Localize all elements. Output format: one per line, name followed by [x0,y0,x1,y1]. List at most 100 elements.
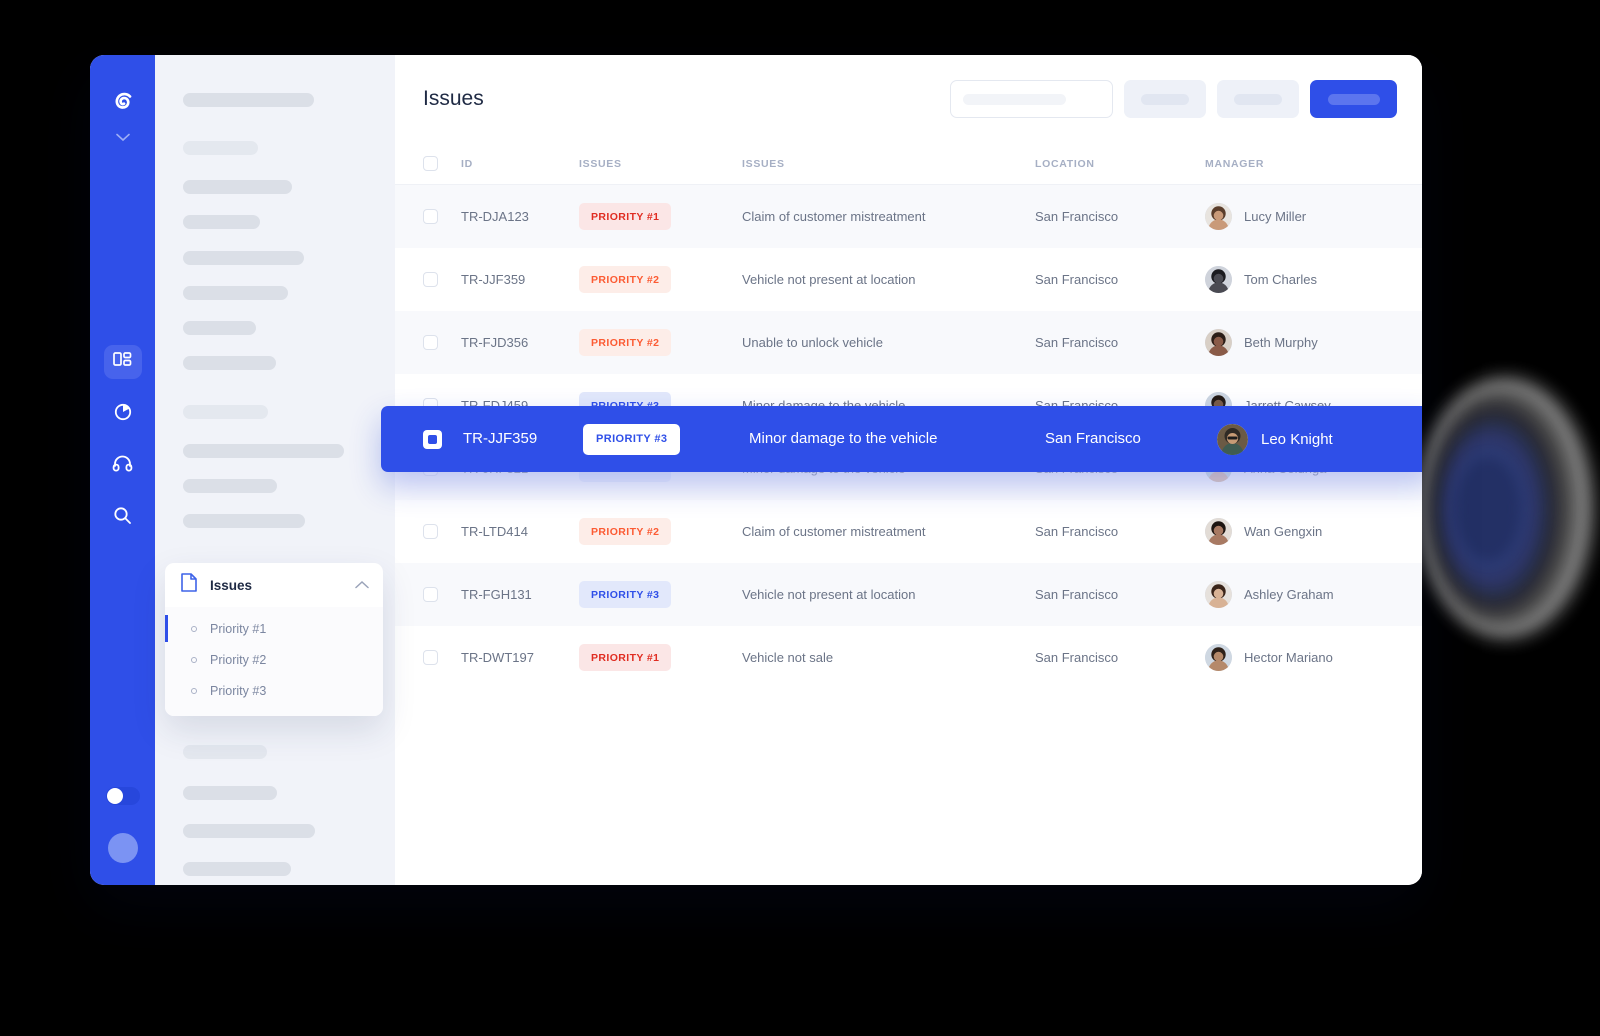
row-id: TR-FGH131 [461,586,532,602]
toolbar-actions [950,80,1397,118]
toolbar: Issues [395,55,1422,143]
column-header-issue[interactable]: ISSUES [742,158,1035,170]
skeleton-bar [183,514,305,528]
skeleton-bar [183,321,256,335]
flyout-item-priority-2[interactable]: Priority #2 [165,644,383,675]
avatar [1205,203,1232,230]
column-header-location[interactable]: LOCATION [1035,158,1205,170]
row-checkbox[interactable] [423,524,438,539]
row-id: TR-DWT197 [461,649,534,665]
flyout-item-label: Priority #2 [210,652,267,667]
bullet-icon [191,656,197,663]
rail-item-analytics[interactable] [104,397,142,431]
skeleton-bar [183,444,344,458]
decorative-orb [1418,378,1593,638]
row-checkbox[interactable] [423,272,438,287]
skeleton-bar [183,93,314,107]
row-manager: Lucy Miller [1244,209,1307,224]
skeleton-bar [183,215,260,229]
row-location: San Francisco [1035,208,1119,224]
rail-item-dashboard[interactable] [103,345,142,379]
skeleton-bar [183,786,277,800]
table-row[interactable]: TR-LTD414 PRIORITY #2 Claim of customer mi… [395,500,1422,563]
filter-button-2[interactable] [1217,80,1299,118]
row-location: San Francisco [1035,586,1119,602]
filter-button-1-label-bar [1141,93,1189,105]
flyout-header[interactable]: Issues [165,563,383,607]
priority-badge: PRIORITY #3 [583,423,681,455]
table-row[interactable]: TR-JJF359 PRIORITY #2 Vehicle not present … [395,248,1422,311]
row-location: San Francisco [1035,271,1119,287]
priority-badge: PRIORITY #2 [579,329,672,356]
row-location: San Francisco [1035,649,1119,665]
row-id: TR-JJF359 [461,271,526,287]
flyout-item-priority-1[interactable]: Priority #1 [165,613,383,644]
primary-button-label-bar [1327,93,1380,105]
search-placeholder-bar [963,93,1066,105]
row-manager: Beth Murphy [1244,335,1318,350]
priority-badge: PRIORITY #1 [579,203,672,230]
primary-action-button[interactable] [1310,80,1397,118]
filter-button-2-label-bar [1234,93,1282,105]
skeleton-bar [183,824,315,838]
row-issue: Vehicle not present at location [742,271,916,287]
table-row[interactable]: TR-FGH131 PRIORITY #3 Vehicle not present … [395,563,1422,626]
avatar [1205,266,1232,293]
filter-button-1[interactable] [1124,80,1206,118]
skeleton-bar [183,251,304,265]
row-issue: Vehicle not present at location [742,586,916,602]
rail-item-search[interactable] [104,501,142,535]
column-header-id[interactable]: ID [461,158,579,170]
search-input[interactable] [950,80,1113,118]
flyout-item-priority-3[interactable]: Priority #3 [165,675,383,706]
rail-toggle-switch[interactable] [105,787,140,805]
issues-table: ID ISSUES ISSUES LOCATION MANAGER TR-DJA… [381,143,1422,689]
chevron-down-icon[interactable] [115,129,130,147]
column-header-priority[interactable]: ISSUES [579,158,742,170]
rail-item-support[interactable] [104,449,142,483]
row-issue: Minor damage to the vehicle [749,430,938,447]
search-icon [113,506,132,530]
row-location: San Francisco [1035,334,1119,350]
column-header-manager[interactable]: MANAGER [1205,158,1422,170]
skeleton-bar [183,405,268,419]
flyout-title: Issues [210,577,253,593]
row-checkbox[interactable] [423,209,438,224]
spiral-logo-icon[interactable] [106,85,140,119]
row-checkbox[interactable] [423,650,438,665]
document-icon [181,573,197,597]
avatar [1205,644,1232,671]
row-location: San Francisco [1035,523,1119,539]
row-id: TR-FJD356 [461,334,529,350]
flyout-item-label: Priority #1 [210,621,267,636]
row-checkbox-checked[interactable] [423,429,442,449]
rail-user-avatar[interactable] [107,833,138,863]
table-row[interactable]: TR-DWT197 PRIORITY #1 Vehicle not sale San … [395,626,1422,689]
chevron-up-icon[interactable] [355,576,369,594]
skeleton-bar [183,141,258,155]
select-all-checkbox[interactable] [423,156,438,171]
priority-badge: PRIORITY #2 [579,518,672,545]
row-issue: Claim of customer mistreatment [742,523,926,539]
sidebar-nav [155,55,395,885]
row-checkbox[interactable] [423,587,438,602]
headset-support-icon [112,455,133,478]
bullet-icon [191,687,197,694]
priority-badge: PRIORITY #2 [579,266,672,293]
app-window: Issues ID ISSUES ISSUES LOCATION MANAGER… [90,55,1422,885]
skeleton-bar [183,862,291,876]
row-issue: Claim of customer mistreatment [742,208,926,224]
row-issue: Unable to unlock vehicle [742,334,883,350]
skeleton-bar [183,745,267,759]
row-checkbox[interactable] [423,335,438,350]
dashboard-grid-icon [113,351,132,373]
table-row[interactable]: TR-FJD356 PRIORITY #2 Unable to unlock veh… [395,311,1422,374]
table-row[interactable]: TR-DJA123 PRIORITY #1 Claim of customer mi… [395,185,1422,248]
row-manager: Tom Charles [1244,272,1317,287]
row-manager: Hector Mariano [1244,650,1333,665]
table-row-selected[interactable]: TR-JJF359 PRIORITY #3 Minor damage to th… [381,406,1422,472]
avatar [1205,581,1232,608]
row-manager: Ashley Graham [1244,587,1334,602]
pie-chart-icon [113,402,133,427]
flyout-item-label: Priority #3 [210,683,267,698]
